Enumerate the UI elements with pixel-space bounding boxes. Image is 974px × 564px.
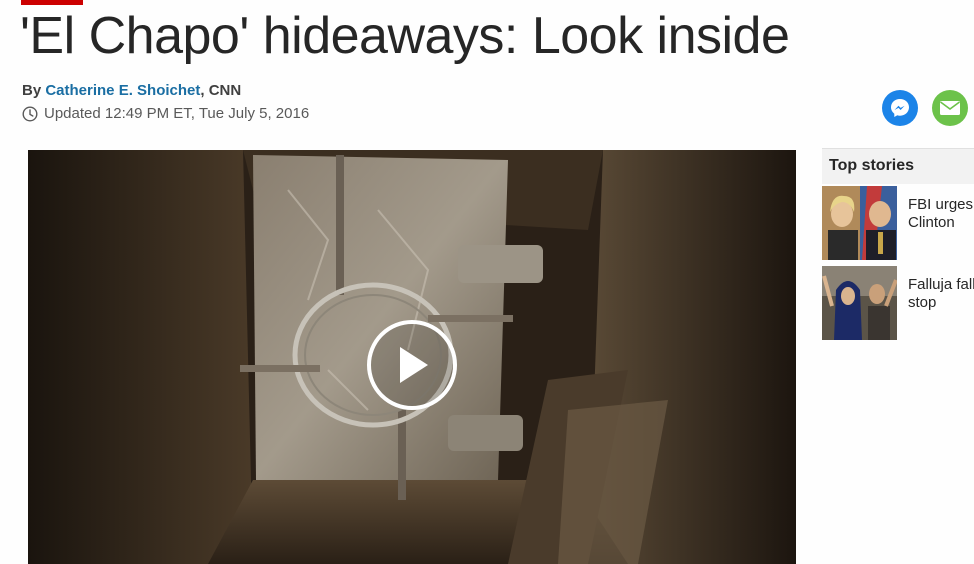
story-thumbnail[interactable] [822, 186, 897, 260]
top-story-item[interactable]: FBI urges Clinton [822, 186, 974, 260]
byline-suffix: , CNN [200, 82, 242, 99]
byline-prefix: By [22, 82, 46, 99]
top-stories-title: Top stories [822, 148, 974, 184]
video-player[interactable] [28, 150, 796, 564]
author-link[interactable]: Catherine E. Shoichet [45, 82, 200, 99]
play-icon [400, 347, 428, 383]
clock-icon [22, 105, 38, 122]
updated-text: Updated 12:49 PM ET, Tue July 5, 2016 [44, 105, 310, 122]
page-title: 'El Chapo' hideaways: Look inside [20, 7, 790, 65]
email-envelope-icon [940, 101, 960, 115]
byline: By Catherine E. Shoichet, CNN [22, 82, 241, 99]
top-story-item[interactable]: Falluja fall stop [822, 266, 974, 340]
facebook-messenger-icon [891, 99, 909, 117]
updated-timestamp: Updated 12:49 PM ET, Tue July 5, 2016 [22, 105, 309, 122]
story-thumbnail[interactable] [822, 266, 897, 340]
story-image [822, 266, 897, 340]
share-email-button[interactable] [932, 90, 968, 126]
story-headline[interactable]: FBI urges Clinton [908, 196, 973, 232]
top-stories-rail: Top stories FBI urges Clinton Falluja fa… [822, 148, 974, 340]
play-button[interactable] [367, 320, 457, 410]
story-headline[interactable]: Falluja fall stop [908, 276, 974, 312]
share-messenger-button[interactable] [882, 90, 918, 126]
story-image [822, 186, 897, 260]
